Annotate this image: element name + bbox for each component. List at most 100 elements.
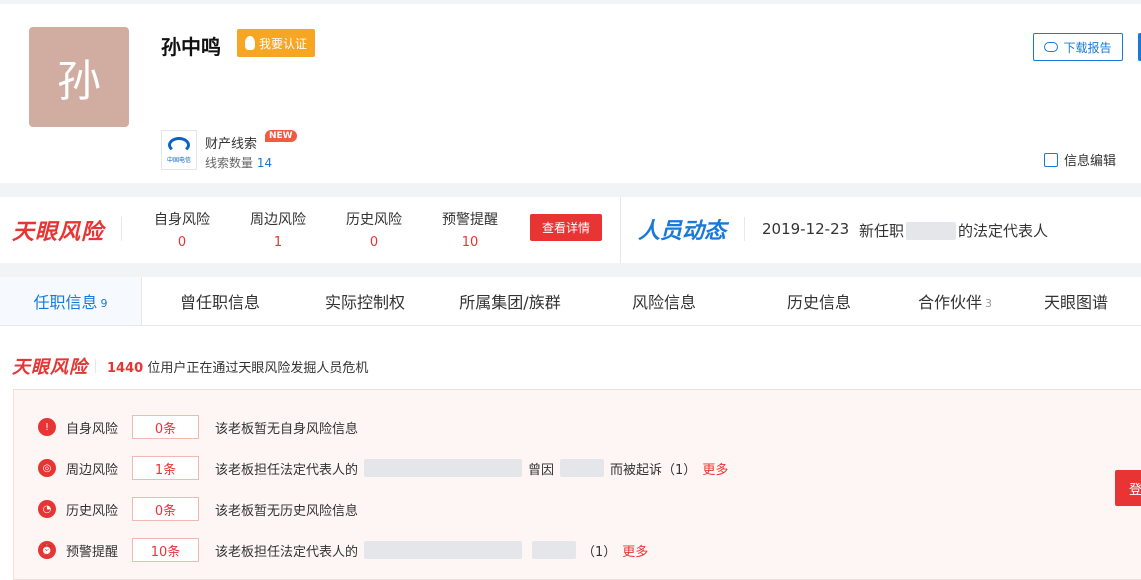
tab-bar: 任职信息 9 曾任职信息 实际控制权 所属集团/族群 风险信息 历史信息 合作伙伴… [0,277,1141,326]
tianyan-risk-logo: 天眼风险 [12,357,88,378]
tab-former-positions[interactable]: 曾任职信息 [150,277,290,325]
risk-user-desc: 1440 位用户正在通过天眼风险发掘人员危机 [107,357,368,376]
verify-label: 我要认证 [259,36,308,51]
risk-summary-bar: 天眼风险 自身风险 0 周边风险 1 历史风险 0 预警提醒 10 查看详情 人… [0,197,1141,263]
risk-row-label: 历史风险 [66,503,119,519]
risk-row-text-tail: 而被起诉（1） [610,462,697,478]
download-report-button[interactable]: 下载报告 [1033,33,1123,61]
risk-row-surrounding: ◎ 周边风险 1条 该老板担任法定代表人的 曾因 而被起诉（1） 更多 [38,456,728,480]
tianyan-risk-logo: 天眼风险 [12,220,105,245]
risk-row-text: 该老板担任法定代表人的 曾因 而被起诉（1） 更多 [215,459,728,478]
risk-row-text: 该老板暂无历史风险信息 [215,503,359,519]
risk-row-text-mid: 曾因 [528,462,555,478]
risk-section: 天眼风险 1440 位用户正在通过天眼风险发掘人员危机 ! 自身风险 0条 该老… [0,326,1141,580]
tab-label: 所属集团/族群 [459,293,561,312]
divider [744,217,745,241]
tab-count: 3 [985,296,992,310]
view-detail-button[interactable]: 查看详情 [530,214,602,241]
risk-stat-label: 历史风险 [346,212,402,228]
edit-label: 信息编辑 [1064,154,1117,169]
tab-label: 实际控制权 [324,293,405,312]
blurred-party[interactable] [560,459,605,477]
risk-row-count[interactable]: 1条 [132,456,199,480]
person-name: 孙中鸣 [161,35,221,59]
risk-stat-value: 10 [461,235,479,250]
tab-partners[interactable]: 合作伙伴 3 [885,277,1025,325]
blurred-party[interactable] [532,541,577,559]
risk-stat-value: 1 [273,235,283,250]
risk-row-warning: ⏰ 预警提醒 10条 该老板担任法定代表人的 （1） 更多 [38,538,648,562]
risk-row-text-tail: （1） [582,544,617,560]
tab-risk-info[interactable]: 风险信息 [594,277,734,325]
risk-row-self: ! 自身风险 0条 该老板暂无自身风险信息 [38,415,358,439]
tab-label: 合作伙伴 [917,293,982,312]
edit-info-button[interactable]: 信息编辑 [1044,150,1116,169]
cloud-download-icon [1044,42,1059,52]
clue-count-value[interactable]: 14 [257,156,272,170]
avatar: 孙 [29,27,129,127]
risk-user-count: 1440 [107,361,144,376]
more-link[interactable]: 更多 [702,459,728,478]
clue-title[interactable]: 财产线索 [205,133,257,152]
tab-label: 曾任职信息 [179,293,260,312]
telecom-logo[interactable]: 中国电信 [161,130,197,170]
tab-current-positions[interactable]: 任职信息 9 [0,277,142,325]
tab-label: 天眼图谱 [1043,293,1108,312]
telecom-logo-mark [168,136,190,153]
risk-stat-label: 周边风险 [250,212,306,228]
risk-row-count[interactable]: 0条 [132,497,199,521]
divider [121,217,122,241]
person-dynamics-logo: 人员动态 [638,219,727,244]
telecom-logo-text: 中国电信 [166,156,191,164]
risk-row-label: 自身风险 [66,421,119,437]
tab-group[interactable]: 所属集团/族群 [440,277,580,325]
tab-label: 历史信息 [786,293,851,312]
risk-stat-warning[interactable]: 预警提醒 10 [435,209,505,250]
dynamic-prefix: 新任职 [859,222,905,240]
risk-row-text-start: 该老板担任法定代表人的 [215,462,359,478]
tab-count: 9 [100,296,108,310]
risk-stat-history[interactable]: 历史风险 0 [339,209,409,250]
profile-header: 孙 孙中鸣 我要认证 中国电信 财产线索 NEW 线索数量 14 下载报告 信息… [0,0,1141,183]
risk-row-text: 该老板暂无自身风险信息 [215,421,359,437]
tab-label: 任职信息 [33,293,98,312]
blurred-company[interactable] [364,541,523,559]
risk-row-count[interactable]: 0条 [132,415,199,439]
risk-row-text: 该老板担任法定代表人的 （1） 更多 [215,541,648,560]
alarm-icon: ⏰ [38,541,56,559]
risk-row-count[interactable]: 10条 [132,538,199,562]
risk-desc-text: 位用户正在通过天眼风险发掘人员危机 [147,361,369,376]
clue-count: 线索数量 14 [205,154,272,171]
verify-button[interactable]: 我要认证 [237,29,316,57]
edit-icon [1044,152,1058,167]
self-risk-icon: ! [38,418,56,436]
risk-stat-value: 0 [177,235,187,250]
risk-stat-label: 自身风险 [154,212,210,228]
dynamic-date: 2019-12-23 [762,220,850,238]
risk-stat-self[interactable]: 自身风险 0 [147,209,217,250]
divider [620,197,621,263]
tab-label: 风险信息 [631,293,696,312]
risk-row-label: 预警提醒 [66,544,119,560]
more-link[interactable]: 更多 [622,541,648,560]
dynamic-suffix: 的法定代表人 [958,222,1049,240]
blurred-company[interactable] [364,459,523,477]
tab-graph[interactable]: 天眼图谱 [1011,277,1141,325]
risk-row-history: ◔ 历史风险 0条 该老板暂无历史风险信息 [38,497,358,521]
tab-actual-control[interactable]: 实际控制权 [295,277,435,325]
risk-stat-label: 预警提醒 [442,212,498,228]
divider [95,359,96,373]
risk-stat-surrounding[interactable]: 周边风险 1 [243,209,313,250]
dynamic-text[interactable]: 新任职 的法定代表人 [859,220,1048,241]
history-risk-icon: ◔ [38,500,56,518]
new-badge: NEW [265,130,297,142]
risk-row-text-start: 该老板担任法定代表人的 [215,544,359,560]
clue-count-label: 线索数量 [205,156,254,170]
download-label: 下载报告 [1063,40,1112,55]
side-login-button[interactable]: 登 [1115,470,1141,506]
tab-history[interactable]: 历史信息 [749,277,889,325]
verify-icon [245,36,255,50]
risk-stat-value: 0 [369,235,379,250]
surrounding-risk-icon: ◎ [38,459,56,477]
blurred-company[interactable] [906,221,957,240]
